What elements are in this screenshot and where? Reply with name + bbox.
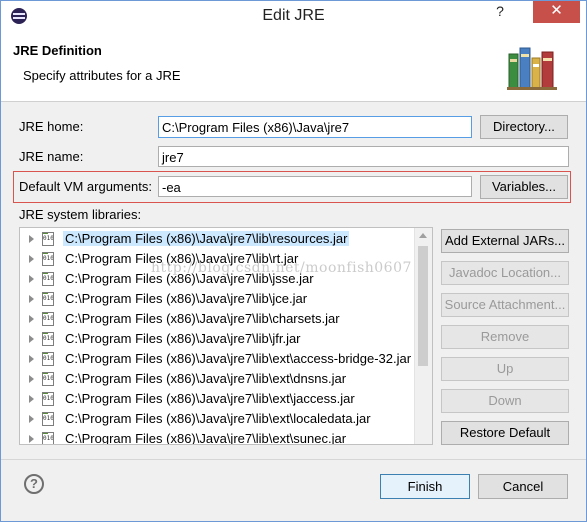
list-item[interactable]: 010 C:\Program Files (x86)\Java\jre7\lib…	[20, 389, 432, 409]
javadoc-location-button[interactable]: Javadoc Location...	[441, 261, 569, 285]
vertical-scrollbar[interactable]	[414, 228, 432, 444]
jar-icon: 010	[42, 432, 54, 444]
expand-arrow-icon[interactable]	[29, 235, 34, 243]
list-item[interactable]: 010 C:\Program Files (x86)\Java\jre7\lib…	[20, 329, 432, 349]
source-attachment-button[interactable]: Source Attachment...	[441, 293, 569, 317]
edit-jre-dialog: Edit JRE ? ✕ JRE Definition Specify attr…	[0, 0, 587, 522]
jre-home-label: JRE home:	[19, 119, 84, 134]
library-path: C:\Program Files (x86)\Java\jre7\lib\ext…	[65, 371, 347, 386]
header-banner: JRE Definition Specify attributes for a …	[1, 32, 586, 102]
expand-arrow-icon[interactable]	[29, 415, 34, 423]
expand-arrow-icon[interactable]	[29, 315, 34, 323]
vm-arguments-label: Default VM arguments:	[19, 179, 152, 194]
library-path: C:\Program Files (x86)\Java\jre7\lib\res…	[63, 231, 350, 246]
help-title-button[interactable]: ?	[487, 1, 513, 23]
jar-icon: 010	[42, 352, 54, 366]
help-icon[interactable]: ?	[24, 474, 44, 494]
library-path: C:\Program Files (x86)\Java\jre7\lib\jfr…	[65, 331, 301, 346]
jar-icon: 010	[42, 312, 54, 326]
vm-arguments-input[interactable]: -ea	[158, 176, 472, 197]
system-libraries-label: JRE system libraries:	[19, 207, 142, 222]
jre-name-input[interactable]: jre7	[158, 146, 569, 167]
expand-arrow-icon[interactable]	[29, 355, 34, 363]
libraries-list[interactable]: 010 C:\Program Files (x86)\Java\jre7\lib…	[19, 227, 433, 445]
expand-arrow-icon[interactable]	[29, 275, 34, 283]
down-button[interactable]: Down	[441, 389, 569, 413]
remove-button[interactable]: Remove	[441, 325, 569, 349]
jar-icon: 010	[42, 232, 54, 246]
list-item[interactable]: 010 C:\Program Files (x86)\Java\jre7\lib…	[20, 349, 432, 369]
list-item[interactable]: 010 C:\Program Files (x86)\Java\jre7\lib…	[20, 269, 432, 289]
expand-arrow-icon[interactable]	[29, 435, 34, 443]
footer-divider	[1, 459, 586, 460]
expand-arrow-icon[interactable]	[29, 335, 34, 343]
close-button[interactable]: ✕	[533, 1, 580, 23]
library-path: C:\Program Files (x86)\Java\jre7\lib\jce…	[65, 291, 308, 306]
title-bar: Edit JRE ? ✕	[1, 1, 586, 32]
up-button[interactable]: Up	[441, 357, 569, 381]
jar-icon: 010	[42, 412, 54, 426]
library-path: C:\Program Files (x86)\Java\jre7\lib\ext…	[65, 391, 355, 406]
scrollbar-thumb[interactable]	[418, 246, 428, 366]
scroll-up-arrow-icon[interactable]	[419, 233, 427, 238]
expand-arrow-icon[interactable]	[29, 255, 34, 263]
jre-home-input[interactable]: C:\Program Files (x86)\Java\jre7	[158, 116, 472, 138]
variables-button[interactable]: Variables...	[480, 175, 568, 199]
expand-arrow-icon[interactable]	[29, 375, 34, 383]
library-path: C:\Program Files (x86)\Java\jre7\lib\cha…	[65, 311, 340, 326]
header-description: Specify attributes for a JRE	[23, 68, 181, 83]
expand-arrow-icon[interactable]	[29, 295, 34, 303]
jre-name-label: JRE name:	[19, 149, 84, 164]
list-item[interactable]: 010 C:\Program Files (x86)\Java\jre7\lib…	[20, 229, 432, 249]
library-path: C:\Program Files (x86)\Java\jre7\lib\rt.…	[65, 251, 299, 266]
cancel-button[interactable]: Cancel	[478, 474, 568, 499]
jar-icon: 010	[42, 372, 54, 386]
jar-icon: 010	[42, 392, 54, 406]
jar-icon: 010	[42, 252, 54, 266]
library-path: C:\Program Files (x86)\Java\jre7\lib\ext…	[65, 411, 371, 426]
jar-icon: 010	[42, 272, 54, 286]
list-item[interactable]: 010 C:\Program Files (x86)\Java\jre7\lib…	[20, 289, 432, 309]
list-item[interactable]: 010 C:\Program Files (x86)\Java\jre7\lib…	[20, 309, 432, 329]
directory-button[interactable]: Directory...	[480, 115, 568, 139]
library-path: C:\Program Files (x86)\Java\jre7\lib\jss…	[65, 271, 314, 286]
library-path: C:\Program Files (x86)\Java\jre7\lib\ext…	[65, 431, 347, 445]
header-title: JRE Definition	[13, 43, 102, 58]
expand-arrow-icon[interactable]	[29, 395, 34, 403]
books-icon	[507, 47, 557, 90]
library-path: C:\Program Files (x86)\Java\jre7\lib\ext…	[65, 351, 412, 366]
restore-default-button[interactable]: Restore Default	[441, 421, 569, 445]
add-external-jars-button[interactable]: Add External JARs...	[441, 229, 569, 253]
jar-icon: 010	[42, 292, 54, 306]
list-item[interactable]: 010 C:\Program Files (x86)\Java\jre7\lib…	[20, 369, 432, 389]
list-item[interactable]: 010 C:\Program Files (x86)\Java\jre7\lib…	[20, 429, 432, 445]
list-item[interactable]: 010 C:\Program Files (x86)\Java\jre7\lib…	[20, 249, 432, 269]
jar-icon: 010	[42, 332, 54, 346]
list-item[interactable]: 010 C:\Program Files (x86)\Java\jre7\lib…	[20, 409, 432, 429]
finish-button[interactable]: Finish	[380, 474, 470, 499]
